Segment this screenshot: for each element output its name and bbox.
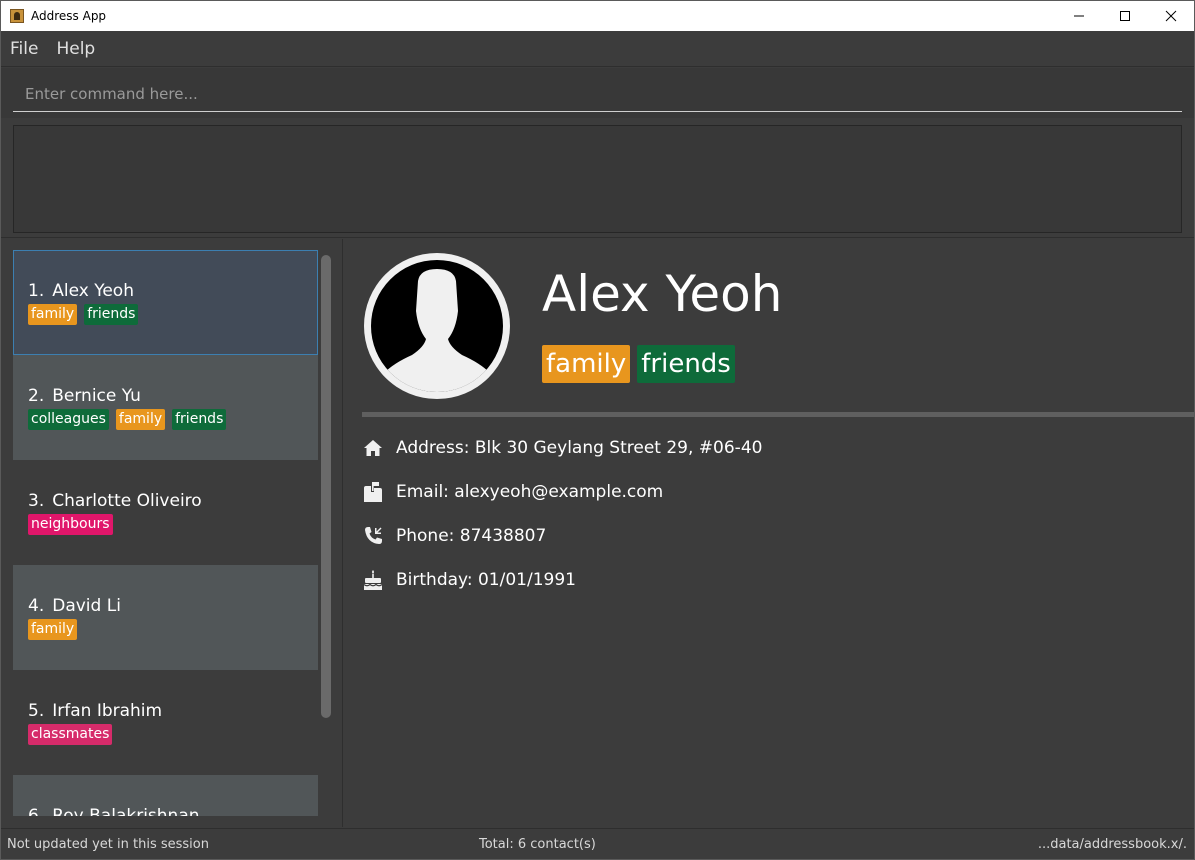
detail-divider bbox=[362, 412, 1194, 417]
tag-friends: friends bbox=[172, 409, 227, 430]
person-name: 1. Alex Yeoh bbox=[28, 281, 317, 301]
close-button[interactable] bbox=[1148, 1, 1194, 31]
close-icon bbox=[1165, 10, 1177, 22]
person-index: 5. bbox=[28, 701, 45, 721]
person-name: 6. Roy Balakrishnan bbox=[28, 806, 318, 816]
birthday-text: Birthday: 01/01/1991 bbox=[396, 570, 576, 590]
person-card[interactable]: 4. David Li family bbox=[13, 565, 318, 670]
person-tag-list: family bbox=[28, 619, 318, 640]
person-name-text: Charlotte Oliveiro bbox=[52, 491, 202, 511]
person-name: 5. Irfan Ibrahim bbox=[28, 701, 318, 721]
person-name-text: David Li bbox=[52, 596, 121, 616]
detail-name: Alex Yeoh bbox=[542, 265, 783, 323]
person-tag-list: classmates bbox=[28, 724, 318, 745]
save-location: ...data/addressbook.x/. bbox=[1037, 837, 1187, 852]
person-tag-list: family friends bbox=[28, 304, 317, 325]
person-name: 2. Bernice Yu bbox=[28, 386, 318, 406]
app-window: Address App File Help 1.Alex Yeohfamilyf… bbox=[0, 0, 1195, 860]
phone-text: Phone: 87438807 bbox=[396, 526, 547, 546]
detail-tag-friends: friends bbox=[637, 345, 735, 383]
sync-status: Not updated yet in this session bbox=[7, 837, 209, 852]
person-index: 6. bbox=[28, 806, 45, 816]
person-tag-list: colleagues family friends bbox=[28, 409, 318, 430]
email-text: Email: alexyeoh@example.com bbox=[396, 482, 664, 502]
result-area bbox=[1, 118, 1194, 238]
command-input[interactable] bbox=[13, 76, 1182, 112]
list-scrollbar-thumb[interactable] bbox=[321, 255, 331, 718]
address-text: Address: Blk 30 Geylang Street 29, #06-4… bbox=[396, 438, 763, 458]
tag-neighbours: neighbours bbox=[28, 514, 113, 535]
phone-icon bbox=[362, 525, 384, 547]
tag-family: family bbox=[28, 304, 78, 325]
cake-icon bbox=[362, 569, 384, 591]
contact-count: Total: 6 contact(s) bbox=[479, 837, 596, 852]
person-card[interactable]: 2. Bernice Yu colleagues family friends bbox=[13, 355, 318, 460]
person-index: 4. bbox=[28, 596, 45, 616]
email-row: Email: alexyeoh@example.com bbox=[362, 481, 663, 503]
menu-file[interactable]: File bbox=[1, 39, 45, 59]
address-book-icon bbox=[10, 9, 24, 23]
avatar bbox=[364, 253, 510, 399]
person-name: 4. David Li bbox=[28, 596, 318, 616]
person-index: 1. bbox=[28, 281, 45, 301]
person-card[interactable]: 3. Charlotte Oliveiro neighbours bbox=[13, 460, 318, 565]
birthday-row: Birthday: 01/01/1991 bbox=[362, 569, 576, 591]
minimize-icon bbox=[1074, 15, 1084, 17]
tag-family: family bbox=[28, 619, 78, 640]
minimize-button[interactable] bbox=[1056, 1, 1102, 31]
person-name: 3. Charlotte Oliveiro bbox=[28, 491, 318, 511]
maximize-icon bbox=[1120, 11, 1130, 21]
title-bar: Address App bbox=[1, 1, 1194, 31]
person-card[interactable]: 6. Roy Balakrishnan bbox=[13, 775, 318, 816]
person-tag-list: neighbours bbox=[28, 514, 318, 535]
person-name-text: Roy Balakrishnan bbox=[52, 806, 200, 816]
window-title: Address App bbox=[31, 9, 107, 23]
menu-help[interactable]: Help bbox=[47, 39, 102, 59]
person-detail-panel: Alex Yeoh family friends Address: Blk 30 … bbox=[344, 239, 1194, 827]
person-list-panel: 1. Alex Yeoh family friends 2. Bernice Yu coll… bbox=[1, 239, 343, 827]
person-name-text: Irfan Ibrahim bbox=[52, 701, 163, 721]
person-index: 3. bbox=[28, 491, 45, 511]
result-display bbox=[13, 125, 1182, 233]
command-box bbox=[1, 68, 1194, 118]
detail-tag-list: family friends bbox=[542, 345, 742, 383]
tag-family: family bbox=[115, 409, 166, 430]
maximize-button[interactable] bbox=[1102, 1, 1148, 31]
person-list[interactable]: 1. Alex Yeoh family friends 2. Bernice Yu coll… bbox=[13, 250, 318, 816]
person-name-text: Alex Yeoh bbox=[52, 281, 134, 301]
person-name-text: Bernice Yu bbox=[52, 386, 141, 406]
tag-classmates: classmates bbox=[28, 724, 113, 745]
menu-bar: File Help bbox=[1, 31, 1194, 67]
person-index: 2. bbox=[28, 386, 45, 406]
tag-friends: friends bbox=[84, 304, 139, 325]
phone-row: Phone: 87438807 bbox=[362, 525, 546, 547]
person-card[interactable]: 1. Alex Yeoh family friends bbox=[13, 250, 318, 355]
home-icon bbox=[362, 437, 384, 459]
detail-tag-family: family bbox=[542, 345, 631, 383]
person-card[interactable]: 5. Irfan Ibrahim classmates bbox=[13, 670, 318, 775]
status-bar: Not updated yet in this session Total: 6… bbox=[1, 828, 1194, 859]
tag-colleagues: colleagues bbox=[28, 409, 109, 430]
address-row: Address: Blk 30 Geylang Street 29, #06-4… bbox=[362, 437, 762, 459]
mailbox-icon bbox=[362, 481, 384, 503]
